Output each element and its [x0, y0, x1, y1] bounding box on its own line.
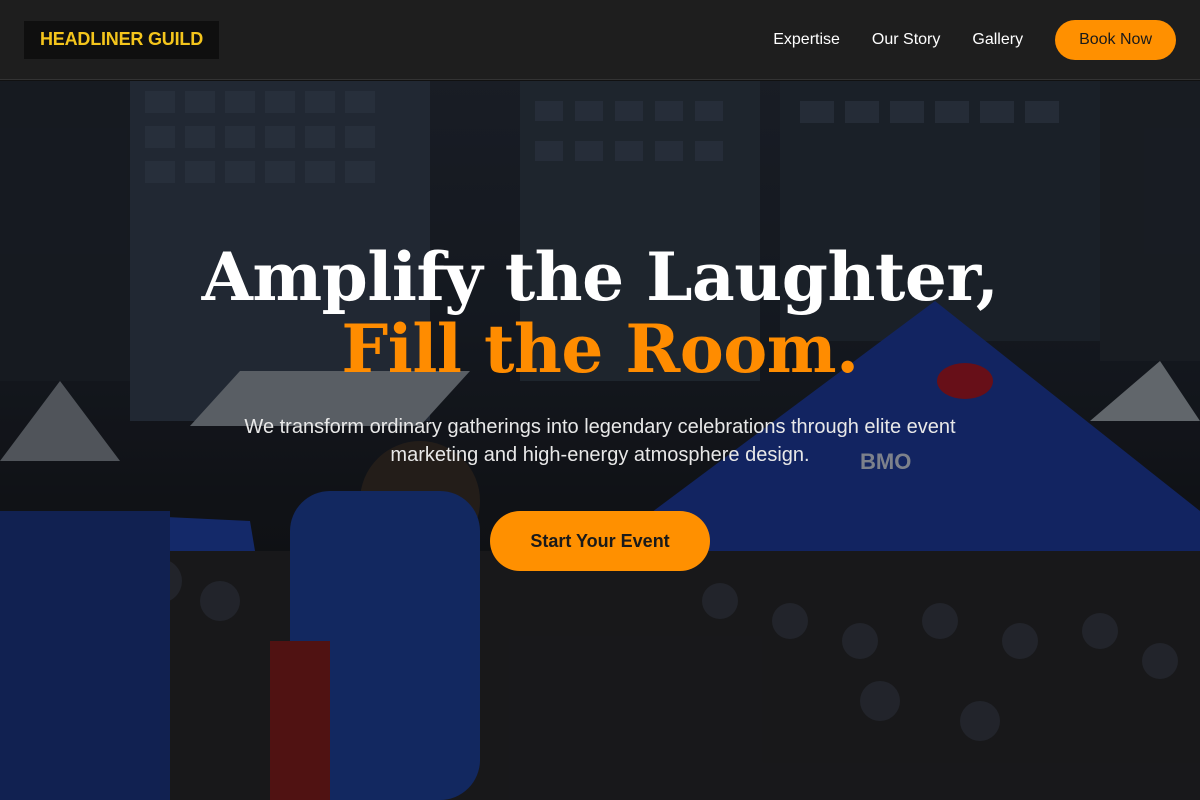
start-your-event-button[interactable]: Start Your Event: [490, 511, 710, 571]
hero-headline: Amplify the Laughter, Fill the Room.: [150, 241, 1050, 385]
brand-logo[interactable]: HEADLINER GUILD: [24, 20, 219, 59]
book-now-button[interactable]: Book Now: [1055, 19, 1176, 60]
nav-link-gallery[interactable]: Gallery: [972, 31, 1023, 49]
headline-accent: Fill the Room.: [341, 310, 859, 388]
headline-main: Amplify the Laughter,: [201, 238, 999, 316]
hero-section: BMO Amplify the Laughter, Fill the Room.…: [0, 81, 1200, 800]
site-header: HEADLINER GUILD Expertise Our Story Gall…: [0, 0, 1200, 80]
nav-link-expertise[interactable]: Expertise: [773, 31, 840, 49]
main-nav: Expertise Our Story Gallery Book Now: [741, 19, 1176, 60]
hero-content: Amplify the Laughter, Fill the Room. We …: [0, 81, 1200, 800]
hero-subtext: We transform ordinary gatherings into le…: [244, 416, 956, 466]
nav-link-our-story[interactable]: Our Story: [872, 31, 940, 49]
